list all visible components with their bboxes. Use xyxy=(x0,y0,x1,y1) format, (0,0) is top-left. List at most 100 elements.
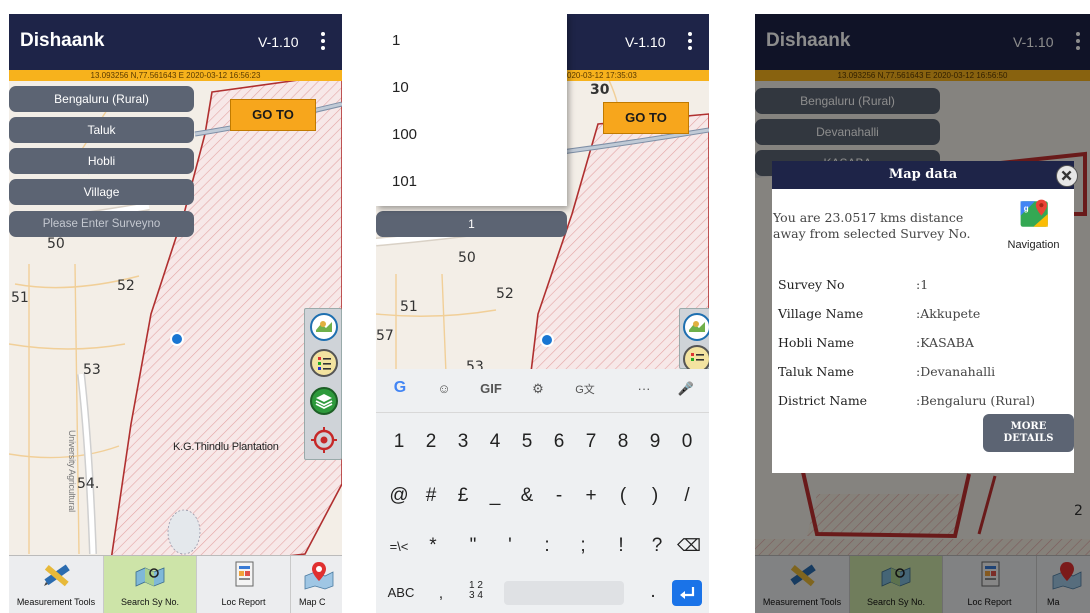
map-label: 50 xyxy=(458,250,476,266)
dropdown-option[interactable]: 101 xyxy=(392,173,417,190)
row-value: :Bengaluru (Rural) xyxy=(916,393,1035,408)
nav-label: Map C xyxy=(299,597,326,607)
dropdown-option[interactable]: 100 xyxy=(392,126,417,143)
map-label: 52 xyxy=(496,286,514,302)
key[interactable]: - xyxy=(546,485,572,507)
map-label: 30 xyxy=(590,82,610,98)
key-period[interactable]: . xyxy=(640,581,666,603)
key[interactable]: 6 xyxy=(546,431,572,453)
layers-icon[interactable] xyxy=(310,387,338,415)
more-icon[interactable]: ··· xyxy=(632,381,656,396)
key[interactable]: ? xyxy=(644,535,670,557)
key-symbols[interactable]: =\< xyxy=(384,539,414,554)
nav-measurement-tools[interactable]: Measurement Tools xyxy=(9,556,104,613)
nav-label: Loc Report xyxy=(221,597,266,607)
key[interactable]: ) xyxy=(642,485,668,507)
key[interactable]: 7 xyxy=(578,431,604,453)
key[interactable]: 5 xyxy=(514,431,540,453)
backspace-icon[interactable]: ⌫ xyxy=(676,536,702,556)
key[interactable]: : xyxy=(534,535,560,557)
key[interactable]: " xyxy=(460,535,486,557)
key[interactable]: # xyxy=(418,485,444,507)
key[interactable]: + xyxy=(578,485,604,507)
key[interactable]: 4 xyxy=(482,431,508,453)
key[interactable]: 0 xyxy=(674,431,700,453)
key[interactable]: 1 xyxy=(386,431,412,453)
kebab-menu-icon[interactable] xyxy=(685,30,695,52)
row-label: Village Name xyxy=(778,306,864,321)
key[interactable]: £ xyxy=(450,485,476,507)
village-name-row: Village Name :Akkupete xyxy=(778,306,980,321)
key[interactable]: 2 xyxy=(418,431,444,453)
map-search-icon xyxy=(134,560,166,590)
close-icon[interactable] xyxy=(1056,165,1078,187)
district-name-row: District Name :Bengaluru (Rural) xyxy=(778,393,1035,408)
district-select[interactable]: Bengaluru (Rural) xyxy=(9,86,194,112)
map-tool-strip xyxy=(304,308,342,460)
map-pin-icon xyxy=(303,560,335,590)
coordinate-status-bar: 13.093256 N,77.561643 E 2020-03-12 16:56… xyxy=(9,70,342,81)
enter-icon[interactable] xyxy=(672,580,702,606)
map-layer-icon[interactable] xyxy=(683,313,709,341)
key[interactable]: ' xyxy=(497,535,523,557)
key[interactable]: _ xyxy=(482,485,508,507)
navigation-label: Navigation xyxy=(1007,239,1060,251)
taluk-select[interactable]: Taluk xyxy=(9,117,194,143)
goto-button[interactable]: GO TO xyxy=(230,99,316,131)
map-data-dialog: Map data You are 23.0517 kms distance aw… xyxy=(772,161,1078,473)
screen-map-data-dialog: 2 Dishaank V-1.10 13.093256 N,77.561643 … xyxy=(755,14,1090,613)
village-select[interactable]: Village xyxy=(9,179,194,205)
screen-map-search: 50 52 51 53 54. K.G.Thindlu Plantation U… xyxy=(9,14,342,613)
distance-message: You are 23.0517 kms distance away from s… xyxy=(773,210,971,241)
mic-icon[interactable]: 🎤 xyxy=(676,381,696,397)
key-abc[interactable]: ABC xyxy=(384,585,418,600)
settings-icon[interactable]: ⚙ xyxy=(528,381,548,397)
key[interactable]: @ xyxy=(386,485,412,507)
gif-button[interactable]: GIF xyxy=(476,381,506,396)
sticker-icon[interactable]: ☺ xyxy=(434,381,454,396)
key[interactable]: ; xyxy=(570,535,596,557)
survey-no-row: Survey No :1 xyxy=(778,277,928,292)
key[interactable]: 8 xyxy=(610,431,636,453)
key[interactable]: ( xyxy=(610,485,636,507)
taluk-name-row: Taluk Name :Devanahalli xyxy=(778,364,995,379)
key[interactable]: & xyxy=(514,485,540,507)
key[interactable]: 9 xyxy=(642,431,668,453)
map-layer-icon[interactable] xyxy=(310,313,338,341)
nav-search-sy-no[interactable]: Search Sy No. xyxy=(104,556,197,613)
kebab-menu-icon[interactable] xyxy=(318,30,328,52)
hobli-select[interactable]: Hobli xyxy=(9,148,194,174)
key[interactable]: * xyxy=(420,535,446,557)
key[interactable]: / xyxy=(674,485,700,507)
dialog-header: Map data xyxy=(772,161,1074,189)
dropdown-option[interactable]: 10 xyxy=(392,79,409,96)
more-details-button[interactable]: MORE DETAILS xyxy=(983,414,1074,452)
nav-loc-report[interactable]: Loc Report xyxy=(197,556,291,613)
version-label: V-1.10 xyxy=(258,34,299,50)
target-icon[interactable] xyxy=(310,426,338,454)
goto-button[interactable]: GO TO xyxy=(603,102,689,134)
translate-icon[interactable]: G文 xyxy=(572,381,598,397)
report-icon xyxy=(228,560,260,590)
space-bar[interactable] xyxy=(504,581,624,605)
app-title: Dishaank xyxy=(20,30,105,51)
svg-text:g: g xyxy=(1024,204,1029,213)
key[interactable]: ! xyxy=(608,535,634,557)
nav-map[interactable]: Map C xyxy=(291,556,342,613)
list-icon[interactable] xyxy=(310,349,338,377)
google-icon[interactable]: G xyxy=(390,379,410,397)
row-label: Survey No xyxy=(778,277,845,292)
survey-number-input[interactable]: 1 xyxy=(376,211,567,237)
road-label: University Agricultural xyxy=(67,430,77,512)
key[interactable]: 3 xyxy=(450,431,476,453)
current-location-dot xyxy=(540,333,554,347)
dropdown-option[interactable]: 1 xyxy=(392,32,400,49)
key-comma[interactable]: , xyxy=(428,585,454,602)
row-label: Taluk Name xyxy=(778,364,855,379)
row-value: :Akkupete xyxy=(916,306,981,321)
survey-number-input[interactable]: Please Enter Surveyno xyxy=(9,211,194,237)
map-tool-strip xyxy=(679,308,709,373)
plantation-label: K.G.Thindlu Plantation xyxy=(173,441,279,453)
key-fraction[interactable]: 1 2 3 4 xyxy=(466,581,486,601)
navigation-button[interactable]: g Navigation xyxy=(993,191,1074,263)
